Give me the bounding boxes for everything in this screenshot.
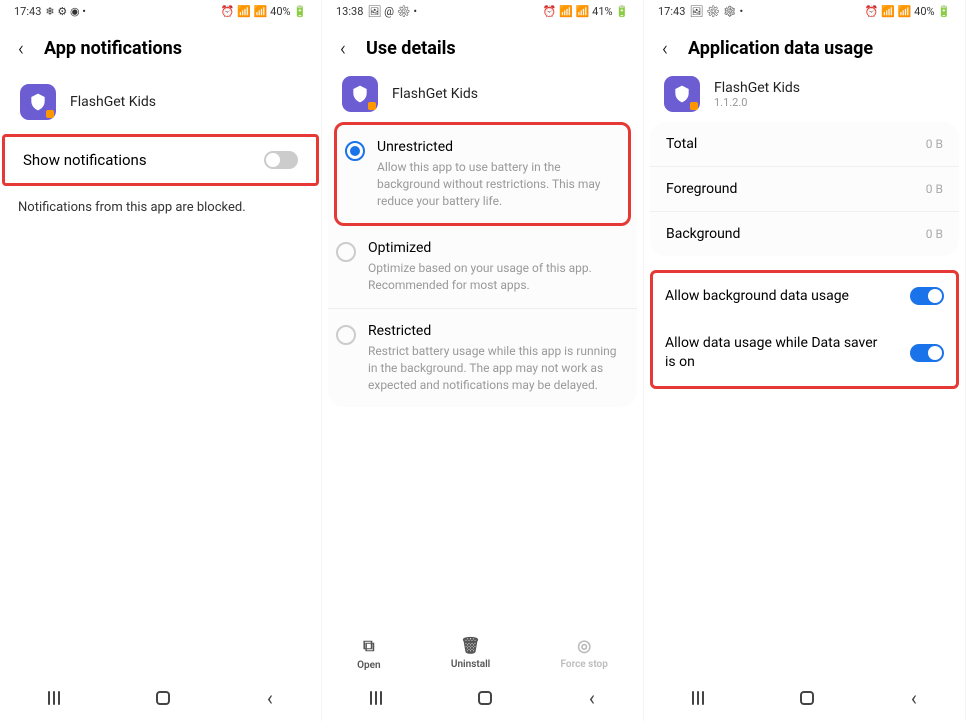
uninstall-button[interactable]: 🗑 Uninstall — [451, 636, 490, 671]
nav-bar: ‹ — [0, 683, 321, 713]
action-bar: ⧉ Open 🗑 Uninstall ◎ Force stop — [322, 636, 643, 671]
page-header: ‹ Application data usage — [644, 22, 965, 72]
app-name: FlashGet Kids — [70, 94, 156, 110]
app-row[interactable]: FlashGet Kids 1.1.2.0 — [644, 72, 965, 122]
nav-recent-button[interactable] — [370, 691, 382, 705]
page-header: ‹ App notifications — [0, 22, 321, 72]
highlight-show-notifications: Show notifications — [2, 134, 319, 186]
foreground-value: 0 B — [926, 182, 943, 196]
row-foreground: Foreground 0 B — [650, 167, 959, 212]
show-notifications-row[interactable]: Show notifications — [5, 137, 316, 183]
row-background: Background 0 B — [650, 212, 959, 256]
page-title: Application data usage — [688, 38, 873, 59]
radio-restricted[interactable] — [336, 325, 356, 345]
status-right-icons: ⏰ 📶 📶 40% 🔋 — [865, 5, 951, 18]
open-icon: ⧉ — [363, 636, 374, 656]
open-label: Open — [357, 660, 381, 671]
open-button[interactable]: ⧉ Open — [357, 636, 381, 671]
allow-data-saver-toggle[interactable] — [910, 344, 944, 362]
status-left-icons: 🖼 @ ⚙ • — [367, 5, 417, 18]
nav-back-button[interactable]: ‹ — [911, 688, 917, 708]
page-header: ‹ Use details — [322, 22, 643, 72]
app-icon — [20, 84, 56, 120]
option-title: Restricted — [368, 323, 627, 339]
foreground-label: Foreground — [666, 181, 737, 197]
option-restricted[interactable]: Restricted Restrict battery usage while … — [328, 309, 637, 407]
status-right-icons: ⏰ 📶 📶 40% 🔋 — [221, 5, 307, 18]
option-title: Unrestricted — [377, 139, 618, 155]
nav-back-button[interactable]: ‹ — [267, 688, 273, 708]
nav-home-button[interactable] — [156, 691, 170, 705]
force-stop-label: Force stop — [561, 659, 608, 670]
allow-bg-data-toggle[interactable] — [910, 287, 944, 305]
status-right-icons: ⏰ 📶 📶 41% 🔋 — [543, 5, 629, 18]
option-title: Optimized — [368, 240, 627, 256]
app-name: FlashGet Kids — [714, 80, 800, 96]
status-time: 17:43 — [658, 5, 685, 18]
status-left-icons: 🖼 ⚙ ❄ • — [689, 5, 743, 18]
status-left-icons: ❄ ⚙ ◉ • — [45, 5, 86, 18]
total-label: Total — [666, 136, 697, 152]
allow-data-saver-row[interactable]: Allow data usage while Data saver is on — [653, 320, 956, 386]
app-icon — [664, 76, 700, 112]
highlight-data-toggles: Allow background data usage Allow data u… — [650, 270, 959, 389]
option-unrestricted[interactable]: Unrestricted Allow this app to use batte… — [337, 125, 628, 223]
nav-back-button[interactable]: ‹ — [589, 688, 595, 708]
total-value: 0 B — [926, 137, 943, 151]
page-title: App notifications — [44, 38, 182, 59]
row-total: Total 0 B — [650, 122, 959, 167]
allow-bg-data-label: Allow background data usage — [665, 287, 849, 306]
radio-optimized[interactable] — [336, 242, 356, 262]
allow-bg-data-row[interactable]: Allow background data usage — [653, 273, 956, 320]
nav-bar: ‹ — [322, 683, 643, 713]
back-icon[interactable]: ‹ — [334, 36, 352, 60]
battery-options-card: Unrestricted Allow this app to use batte… — [328, 122, 637, 407]
nav-home-button[interactable] — [478, 691, 492, 705]
background-label: Background — [666, 226, 740, 242]
app-row[interactable]: FlashGet Kids — [0, 72, 321, 134]
status-time: 13:38 — [336, 5, 363, 18]
app-version: 1.1.2.0 — [714, 96, 800, 109]
app-row[interactable]: FlashGet Kids — [322, 72, 643, 122]
blocked-note: Notifications from this app are blocked. — [0, 186, 321, 229]
option-desc: Restrict battery usage while this app is… — [368, 343, 627, 393]
nav-home-button[interactable] — [800, 691, 814, 705]
status-bar: 17:43 ❄ ⚙ ◉ • ⏰ 📶 📶 40% 🔋 — [0, 0, 321, 22]
option-desc: Allow this app to use battery in the bac… — [377, 159, 618, 209]
force-stop-button[interactable]: ◎ Force stop — [561, 636, 608, 671]
status-bar: 17:43 🖼 ⚙ ❄ • ⏰ 📶 📶 40% 🔋 — [644, 0, 965, 22]
highlight-unrestricted: Unrestricted Allow this app to use batte… — [334, 122, 631, 226]
back-icon[interactable]: ‹ — [656, 36, 674, 60]
uninstall-label: Uninstall — [451, 659, 490, 670]
status-time: 17:43 — [14, 5, 41, 18]
phone-use-details: 13:38 🖼 @ ⚙ • ⏰ 📶 📶 41% 🔋 ‹ Use details … — [322, 0, 644, 721]
option-desc: Optimize based on your usage of this app… — [368, 260, 627, 294]
allow-data-saver-label: Allow data usage while Data saver is on — [665, 334, 885, 372]
page-title: Use details — [366, 38, 456, 59]
radio-unrestricted[interactable] — [345, 141, 365, 161]
trash-icon: 🗑 — [460, 636, 480, 655]
stop-icon: ◎ — [577, 636, 591, 655]
nav-bar: ‹ — [644, 683, 965, 713]
data-usage-card: Total 0 B Foreground 0 B Background 0 B — [650, 122, 959, 256]
show-notifications-toggle[interactable] — [264, 151, 298, 169]
phone-app-notifications: 17:43 ❄ ⚙ ◉ • ⏰ 📶 📶 40% 🔋 ‹ App notifica… — [0, 0, 322, 721]
phone-data-usage: 17:43 🖼 ⚙ ❄ • ⏰ 📶 📶 40% 🔋 ‹ Application … — [644, 0, 966, 721]
show-notifications-label: Show notifications — [23, 151, 147, 169]
option-optimized[interactable]: Optimized Optimize based on your usage o… — [328, 226, 637, 309]
back-icon[interactable]: ‹ — [12, 36, 30, 60]
app-name: FlashGet Kids — [392, 86, 478, 102]
app-icon — [342, 76, 378, 112]
background-value: 0 B — [926, 227, 943, 241]
nav-recent-button[interactable] — [48, 691, 60, 705]
status-bar: 13:38 🖼 @ ⚙ • ⏰ 📶 📶 41% 🔋 — [322, 0, 643, 22]
nav-recent-button[interactable] — [692, 691, 704, 705]
